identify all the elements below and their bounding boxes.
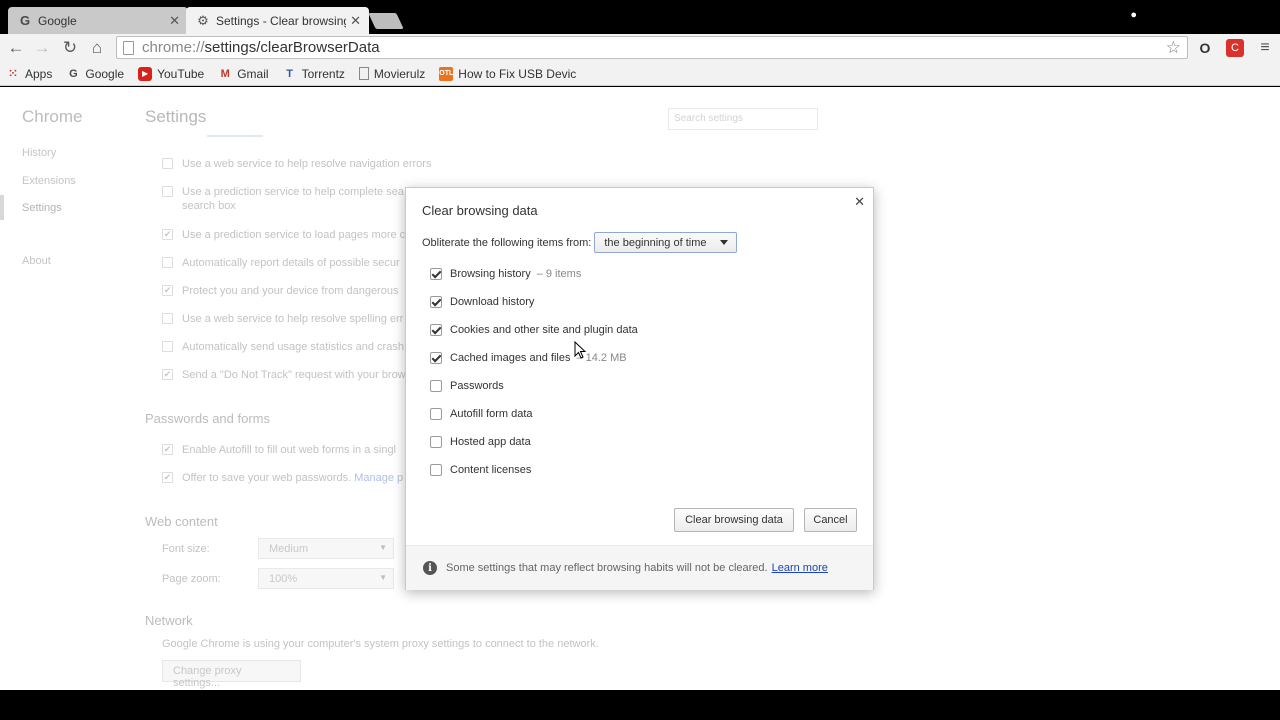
reload-icon[interactable]: ↻ [60,38,80,58]
close-icon[interactable]: ✕ [169,13,180,29]
clear-browsing-data-dialog: Clear browsing data ✕ Obliterate the fol… [405,187,874,590]
item-content-licenses[interactable]: Content licenses [430,464,531,476]
passwords-checkbox[interactable] [430,380,442,392]
bookmark-label: How to Fix USB Devic [458,66,577,81]
new-tab-button[interactable] [368,13,404,29]
tab-title: Settings - Clear browsing [216,13,346,28]
bookmark-gmail[interactable]: M Gmail [218,66,269,81]
gmail-icon: M [220,67,230,80]
item-download-history[interactable]: Download history [430,296,534,308]
item-browsing-history[interactable]: Browsing history – 9 items [430,268,581,280]
url-path: settings/clearBrowserData [204,39,380,56]
google-g-icon: G [19,13,31,28]
info-icon: i [423,561,437,575]
item-meta: – 9 items [536,268,582,280]
bookmark-apps[interactable]: ⁙ Apps [6,67,52,81]
bookmarks-bar: ⁙ Apps G Google ▶ YouTube M Gmail T Torr… [0,62,1280,86]
time-range-label: Obliterate the following items from: [422,236,592,249]
mouse-cursor-icon [574,341,586,359]
content-licenses-checkbox[interactable] [430,464,442,476]
back-icon[interactable]: ← [6,38,26,58]
page-icon [358,67,369,80]
item-label: Cookies and other site and plugin data [450,324,638,336]
torrentz-icon: T [286,67,293,80]
clear-browsing-data-button[interactable]: Clear browsing data [674,508,794,532]
bookmark-label: Google [85,66,125,81]
autofill-checkbox[interactable] [430,408,442,420]
otl-icon: OTL [439,66,454,81]
close-icon[interactable]: ✕ [350,13,361,29]
forward-icon[interactable]: → [32,38,52,58]
item-label: Autofill form data [450,408,533,420]
profile-icon[interactable]: ● [1130,9,1137,21]
chevron-down-icon [720,240,729,245]
item-label: Hosted app data [450,436,531,448]
close-icon[interactable]: ✕ [854,194,865,210]
tab-strip: G Google ✕ ⚙ Settings - Clear browsing ✕… [0,0,1280,34]
bookmark-label: Apps [25,66,53,81]
bookmark-label: Movierulz [373,66,426,81]
cookies-checkbox[interactable] [430,324,442,336]
item-label: Cached images and files [450,352,571,364]
bookmark-movierulz[interactable]: Movierulz [358,66,426,81]
url-scheme: chrome:// [142,39,205,56]
opera-extension-icon[interactable]: O [1196,39,1214,57]
download-history-checkbox[interactable] [430,296,442,308]
bookmark-youtube[interactable]: ▶ YouTube [138,66,205,81]
bookmark-usb-fix[interactable]: OTL How to Fix USB Devic [439,66,577,81]
tab-google[interactable]: G Google ✕ [8,7,188,34]
page-icon [123,40,134,55]
menu-icon[interactable]: ≡ [1256,39,1274,57]
bookmark-label: Gmail [237,66,269,81]
screen: G Google ✕ ⚙ Settings - Clear browsing ✕… [0,0,1280,720]
tab-title: Google [38,13,77,28]
gear-icon: ⚙ [197,12,209,28]
item-passwords[interactable]: Passwords [430,380,504,392]
bookmark-google[interactable]: G Google [66,67,124,81]
home-icon[interactable]: ⌂ [87,38,107,58]
item-cookies[interactable]: Cookies and other site and plugin data [430,324,638,336]
dialog-title: Clear browsing data [422,203,538,218]
item-cached-images[interactable]: Cached images and files – 14.2 MB [430,352,627,364]
item-label: Download history [450,296,535,308]
time-range-select[interactable]: the beginning of time [594,232,738,253]
item-label: Content licenses [450,464,532,476]
apps-grid-icon: ⁙ [8,68,18,80]
google-g-icon: G [69,67,78,80]
address-bar[interactable]: chrome:// settings/clearBrowserData ☆ [116,36,1188,59]
cached-images-checkbox[interactable] [430,352,442,364]
learn-more-link[interactable]: Learn more [772,562,828,574]
item-autofill[interactable]: Autofill form data [430,408,533,420]
bottom-letterbox [0,690,1280,720]
bookmark-torrentz[interactable]: T Torrentz [283,67,345,81]
bookmark-star-icon[interactable]: ☆ [1166,38,1181,58]
red-extension-icon[interactable]: C [1226,39,1244,57]
bookmark-label: YouTube [157,66,205,81]
time-range-row: Obliterate the following items from: the… [422,232,738,253]
tab-settings[interactable]: ⚙ Settings - Clear browsing ✕ [186,7,369,34]
item-hosted-app-data[interactable]: Hosted app data [430,436,531,448]
browsing-history-checkbox[interactable] [430,268,442,280]
cancel-button[interactable]: Cancel [804,508,857,532]
footer-text: Some settings that may reflect browsing … [446,562,768,574]
page-content: Chrome History Extensions Settings About… [0,87,1280,690]
toolbar: ← → ↻ ⌂ chrome:// settings/clearBrowserD… [0,34,1280,62]
item-label: Passwords [450,380,504,392]
time-range-value: the beginning of time [604,237,707,249]
bookmark-label: Torrentz [301,66,345,81]
youtube-icon: ▶ [138,66,153,81]
hosted-app-data-checkbox[interactable] [430,436,442,448]
item-label: Browsing history [450,268,531,280]
dialog-footer: i Some settings that may reflect browsin… [406,545,873,590]
